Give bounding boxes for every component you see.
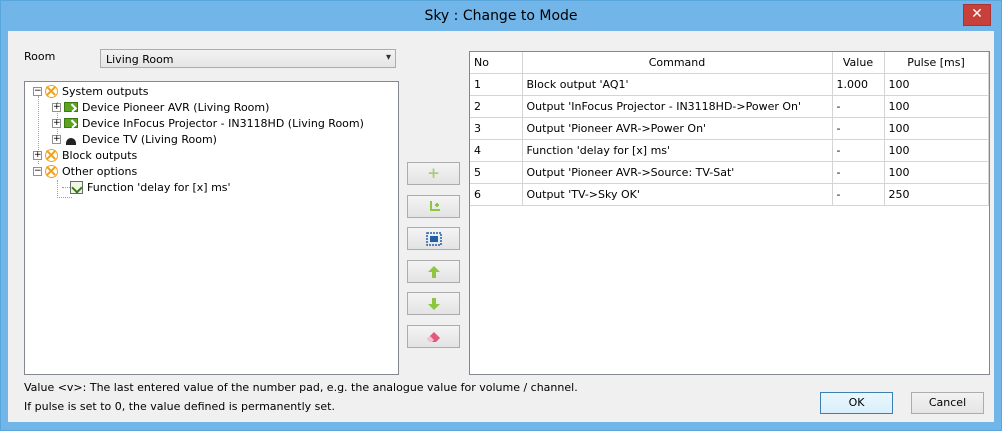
column-header-value[interactable]: Value: [832, 52, 885, 74]
arrow-down-icon: [427, 297, 440, 310]
tree-node-label: Device InFocus Projector - IN3118HD (Liv…: [82, 116, 364, 130]
table-row[interactable]: 5 Output 'Pioneer AVR->Source: TV-Sat' -…: [470, 161, 989, 184]
cell-command: Output 'InFocus Projector - IN3118HD->Po…: [522, 95, 833, 118]
cell-no: 5: [470, 161, 523, 184]
room-select-value: Living Room: [106, 53, 174, 66]
table-row[interactable]: 3 Output 'Pioneer AVR->Power On' - 100: [470, 117, 989, 140]
cell-pulse[interactable]: 100: [884, 117, 989, 140]
command-table[interactable]: No Command Value Pulse [ms] 1 Block outp…: [469, 51, 990, 375]
expand-icon[interactable]: +: [52, 102, 61, 112]
move-up-button[interactable]: [407, 260, 460, 283]
tree-node-other-options[interactable]: − Other options: [33, 163, 137, 179]
cell-command: Block output 'AQ1': [522, 73, 833, 96]
ok-button[interactable]: OK: [820, 392, 893, 414]
plus-icon: +: [427, 164, 440, 182]
cell-value[interactable]: -: [832, 95, 885, 118]
cell-value[interactable]: 1.000: [832, 73, 885, 96]
expand-icon[interactable]: +: [52, 134, 61, 144]
cell-no: 1: [470, 73, 523, 96]
close-button[interactable]: ✕: [963, 4, 991, 26]
output-tree[interactable]: − System outputs + Device Pioneer AVR (L…: [24, 81, 399, 375]
table-row[interactable]: 2 Output 'InFocus Projector - IN3118HD->…: [470, 95, 989, 118]
cell-no: 6: [470, 183, 523, 206]
cell-value[interactable]: -: [832, 183, 885, 206]
function-icon: [70, 180, 83, 194]
tree-node-label: Block outputs: [62, 148, 138, 162]
table-row[interactable]: 4 Function 'delay for [x] ms' - 100: [470, 139, 989, 162]
delete-command-button[interactable]: [407, 325, 460, 348]
tree-node-label: Device Pioneer AVR (Living Room): [82, 100, 270, 114]
expand-icon[interactable]: +: [52, 118, 61, 128]
collapse-icon[interactable]: −: [33, 166, 42, 176]
collapse-icon[interactable]: −: [33, 86, 42, 96]
cell-no: 3: [470, 117, 523, 140]
tree-node-system-outputs[interactable]: − System outputs: [33, 83, 149, 99]
window-title: Sky : Change to Mode: [424, 8, 578, 24]
chevron-down-icon: ▾: [385, 52, 391, 63]
dialog-body: Room Living Room ▾ − System outputs + De…: [8, 31, 994, 422]
room-label: Room: [24, 50, 56, 63]
cell-pulse[interactable]: 100: [884, 161, 989, 184]
table-header-row: No Command Value Pulse [ms]: [470, 52, 989, 74]
table-row[interactable]: 6 Output 'TV->Sky OK' - 250: [470, 183, 989, 206]
tree-node-label: Function 'delay for [x] ms': [87, 180, 231, 194]
move-down-button[interactable]: [407, 292, 460, 315]
eraser-icon: [426, 331, 440, 342]
cell-pulse[interactable]: 100: [884, 73, 989, 96]
add-subitem-button[interactable]: [407, 195, 460, 218]
column-header-no[interactable]: No: [470, 52, 523, 74]
lamp-icon: [64, 132, 78, 146]
cell-value[interactable]: -: [832, 139, 885, 162]
cell-no: 2: [470, 95, 523, 118]
device-output-icon: [64, 102, 78, 112]
cell-command: Output 'Pioneer AVR->Source: TV-Sat': [522, 161, 833, 184]
tree-node-device-tv[interactable]: + Device TV (Living Room): [52, 131, 217, 147]
cell-pulse[interactable]: 100: [884, 139, 989, 162]
expand-icon[interactable]: +: [33, 150, 42, 160]
room-select[interactable]: Living Room ▾: [100, 49, 396, 68]
pulse-hint-text: If pulse is set to 0, the value defined …: [24, 400, 335, 413]
cell-value[interactable]: -: [832, 161, 885, 184]
tree-node-function-delay[interactable]: Function 'delay for [x] ms': [70, 179, 231, 195]
cell-command: Function 'delay for [x] ms': [522, 139, 833, 162]
close-icon: ✕: [971, 6, 983, 22]
column-header-command[interactable]: Command: [522, 52, 833, 74]
tree-node-label: Device TV (Living Room): [82, 132, 217, 146]
cell-command: Output 'Pioneer AVR->Power On': [522, 117, 833, 140]
select-command-button[interactable]: [407, 227, 460, 250]
tree-connector: [57, 197, 72, 198]
group-icon: [45, 148, 58, 162]
cell-pulse[interactable]: 100: [884, 95, 989, 118]
group-icon: [45, 84, 58, 98]
device-output-icon: [64, 118, 78, 128]
value-hint-text: Value <v>: The last entered value of the…: [24, 381, 578, 394]
tree-node-label: System outputs: [62, 84, 149, 98]
add-subitem-icon: [429, 200, 440, 211]
table-row[interactable]: 1 Block output 'AQ1' 1.000 100: [470, 73, 989, 96]
tree-node-label: Other options: [62, 164, 138, 178]
add-command-button[interactable]: +: [407, 162, 460, 185]
tree-node-device-pioneer[interactable]: + Device Pioneer AVR (Living Room): [52, 99, 269, 115]
dialog-window: Sky : Change to Mode ✕ Room Living Room …: [0, 0, 1002, 431]
cancel-button[interactable]: Cancel: [911, 392, 984, 414]
title-bar[interactable]: Sky : Change to Mode ✕: [1, 1, 1001, 31]
group-icon: [45, 164, 58, 178]
tree-node-device-infocus[interactable]: + Device InFocus Projector - IN3118HD (L…: [52, 115, 364, 131]
column-header-pulse[interactable]: Pulse [ms]: [884, 52, 989, 74]
select-box-icon: [425, 231, 442, 246]
cell-value[interactable]: -: [832, 117, 885, 140]
cell-pulse[interactable]: 250: [884, 183, 989, 206]
arrow-up-icon: [427, 265, 440, 278]
tree-connector: [57, 180, 58, 198]
cell-command: Output 'TV->Sky OK': [522, 183, 833, 206]
cell-no: 4: [470, 139, 523, 162]
tree-node-block-outputs[interactable]: + Block outputs: [33, 147, 137, 163]
